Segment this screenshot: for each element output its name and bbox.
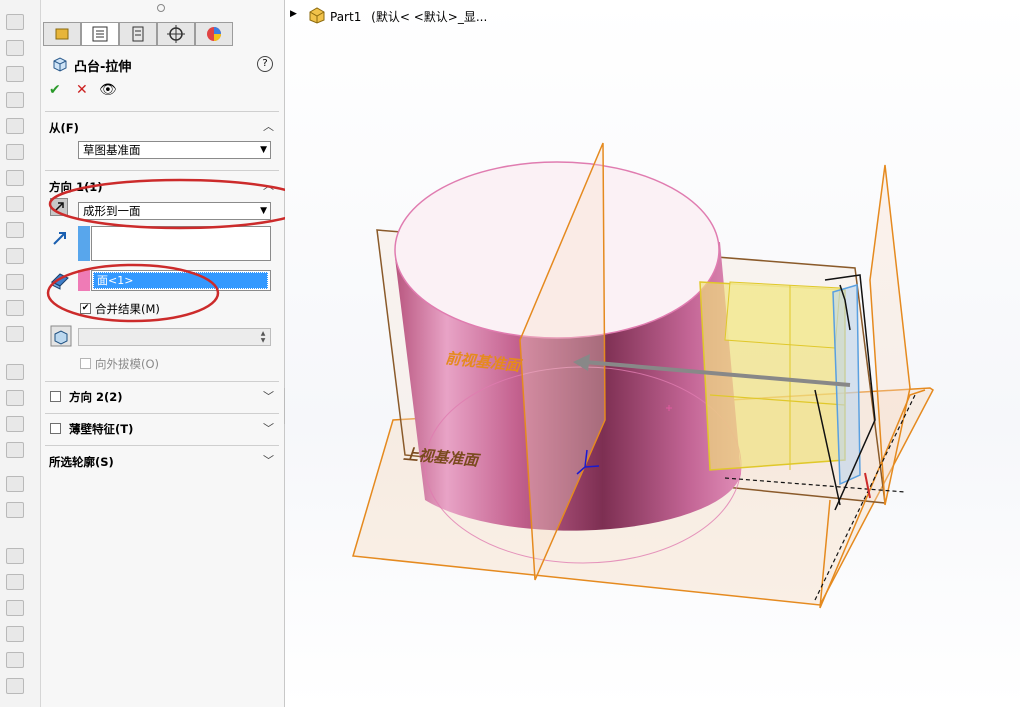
thin-feature-checkbox[interactable] [50, 423, 61, 434]
cut-revolve-icon[interactable] [6, 196, 24, 212]
extrude-icon[interactable] [6, 14, 24, 30]
cut-sweep-icon[interactable] [6, 222, 24, 238]
property-manager: 凸台-拉伸 ? ✔ ✕ 👁 从(F) ︿ 草图基准面 ▼ 方向 1(1) ︿ 成… [41, 0, 285, 707]
direction2-label: 方向 2(2) [69, 390, 123, 404]
command-strip [0, 0, 41, 707]
preview-button[interactable]: 👁 [99, 82, 117, 98]
feature-manager-tab[interactable] [43, 22, 81, 46]
from-section-label: 从(F) [49, 121, 79, 135]
fillet-icon[interactable] [6, 300, 24, 316]
appearance-icon [207, 27, 221, 41]
curves-icon[interactable] [6, 502, 24, 518]
direction-vector-list[interactable] [91, 226, 271, 261]
draft-outward-checkbox[interactable] [80, 358, 91, 369]
merge-result-checkbox[interactable]: ✔ [80, 303, 91, 314]
thin-feature-label: 薄壁特征(T) [69, 422, 134, 436]
cut-loft-icon[interactable] [6, 248, 24, 264]
face-selection-icon [51, 273, 69, 290]
revolve-icon[interactable] [6, 40, 24, 56]
divider [45, 413, 279, 414]
face-selection-list[interactable]: 面<1> [91, 270, 271, 291]
chevron-up-icon[interactable]: ︿ [263, 177, 274, 193]
view-back-icon[interactable] [6, 574, 24, 590]
divider [45, 111, 279, 112]
direction2-checkbox[interactable] [50, 391, 61, 402]
configuration-icon [132, 26, 144, 42]
shell-icon[interactable] [6, 416, 24, 432]
ok-button[interactable]: ✔ [49, 82, 61, 98]
direction-color-bar [78, 226, 90, 261]
from-select-value: 草图基准面 [83, 143, 141, 157]
boundary-icon[interactable] [6, 118, 24, 134]
view-bottom-icon[interactable] [6, 678, 24, 694]
view-front-icon[interactable] [6, 548, 24, 564]
extrude-preview-top [724, 281, 841, 349]
rib-icon[interactable] [6, 364, 24, 380]
selected-contours-label: 所选轮廓(S) [49, 455, 114, 469]
reference-geometry-icon[interactable] [6, 476, 24, 492]
configuration-manager-tab[interactable] [119, 22, 157, 46]
face-item[interactable]: 面<1> [93, 272, 268, 289]
model-view: 前视基准面 上视基准面 [352, 142, 934, 609]
draft-icon[interactable] [6, 390, 24, 406]
mirror-icon[interactable] [6, 442, 24, 458]
feature-tree-icon [55, 28, 69, 40]
feature-title: 凸台-拉伸 [74, 60, 132, 75]
view-left-icon[interactable] [6, 600, 24, 616]
cancel-button[interactable]: ✕ [76, 82, 88, 98]
crosshair-icon [167, 25, 185, 43]
divider [45, 170, 279, 171]
end-condition-select[interactable]: 成形到一面 ▼ [78, 202, 271, 220]
sweep-icon[interactable] [6, 66, 24, 82]
chevron-down-icon: ▼ [260, 145, 267, 155]
property-manager-tab[interactable] [81, 22, 119, 46]
direction-arrow-icon [53, 232, 66, 245]
chevron-down-icon: ▼ [260, 206, 267, 216]
chevron-down-icon[interactable]: ﹀ [263, 388, 274, 404]
dimxpert-tab[interactable] [157, 22, 195, 46]
boundary-cut-icon[interactable] [6, 274, 24, 290]
merge-result-label: 合并结果(M) [95, 302, 160, 316]
reverse-direction-icon [54, 202, 64, 212]
view-right-icon[interactable] [6, 626, 24, 642]
from-select[interactable]: 草图基准面 ▼ [78, 141, 271, 159]
loft-icon[interactable] [6, 92, 24, 108]
direction1-label: 方向 1(1) [49, 180, 103, 194]
reverse-direction-button[interactable] [50, 198, 68, 216]
end-condition-value: 成形到一面 [83, 204, 141, 218]
chevron-down-icon[interactable]: ﹀ [263, 452, 274, 468]
cut-extrude-icon[interactable] [6, 144, 24, 160]
hole-icon[interactable] [6, 170, 24, 186]
face-color-bar [78, 270, 90, 291]
property-list-icon [92, 26, 108, 42]
spin-up-icon[interactable]: ▲ [257, 330, 269, 337]
boss-extrude-icon [53, 57, 67, 72]
pattern-icon[interactable] [6, 326, 24, 342]
divider [45, 381, 279, 382]
chevron-down-icon[interactable]: ﹀ [263, 420, 274, 436]
panel-grip[interactable] [157, 4, 165, 12]
graphics-viewport[interactable]: ▶ Part1 (默认< <默认>_显... 前视基准面 上视基准面 [285, 0, 1020, 707]
chevron-up-icon[interactable]: ︿ [263, 118, 274, 134]
display-manager-tab[interactable] [195, 22, 233, 46]
divider [45, 445, 279, 446]
draft-outward-label: 向外拔模(O) [95, 357, 160, 371]
spin-down-icon[interactable]: ▼ [257, 337, 269, 344]
draft-icon[interactable] [50, 325, 72, 347]
help-icon[interactable]: ? [257, 56, 273, 72]
view-top-icon[interactable] [6, 652, 24, 668]
draft-angle-spinbox[interactable]: ▲ ▼ [78, 328, 271, 346]
